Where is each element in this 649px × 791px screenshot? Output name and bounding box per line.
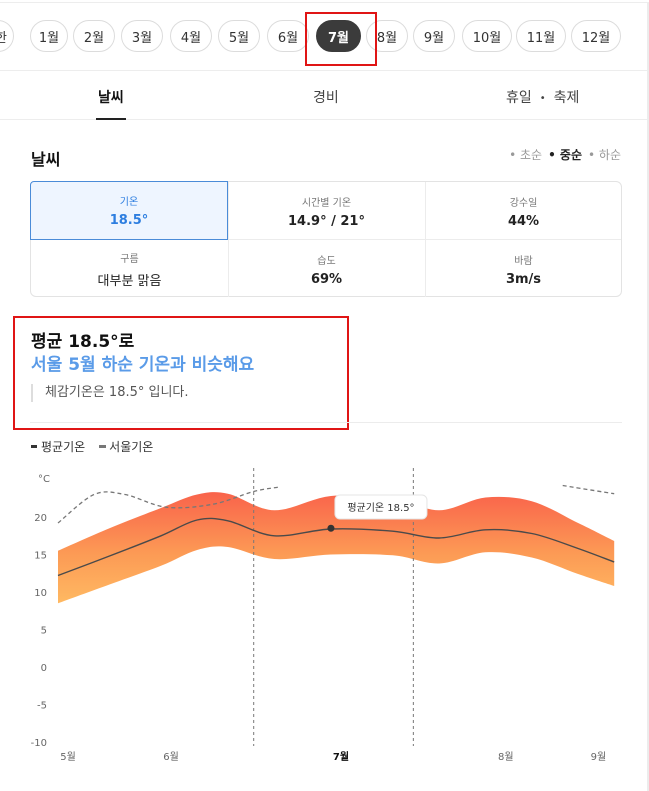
y-axis-unit: °C (38, 474, 50, 485)
tab-weather[interactable]: 날씨 (98, 87, 124, 107)
y-tick-label: 20 (34, 513, 47, 524)
x-tick-label: 7월 (333, 751, 349, 763)
feels-like-note: 체감기온은 18.5° 입니다. (31, 384, 189, 402)
legend-avg-label: 평균기온 (41, 440, 86, 454)
stat-wind[interactable]: 바람 3m/s (425, 240, 622, 298)
x-tick-label: 5월 (60, 751, 76, 763)
y-tick-label: -5 (37, 701, 47, 712)
stat-hourly-temperature[interactable]: 시간별 기온 14.9° / 21° (228, 182, 425, 240)
summary-subtitle: 서울 5월 하순 기온과 비슷해요 (31, 355, 255, 375)
month-pill-12[interactable]: 12월 (571, 20, 621, 52)
stat-value: 69% (310, 271, 343, 287)
y-tick-label: 5 (41, 626, 47, 637)
tooltip-text: 평균기온 18.5° (347, 502, 414, 514)
stat-cloud[interactable]: 구름 대부분 맑음 (31, 240, 228, 298)
y-tick-label: -10 (31, 738, 47, 749)
x-tick-label: 6월 (163, 751, 179, 763)
month-pill-4[interactable]: 4월 (170, 20, 212, 52)
stat-label: 기온 (119, 197, 139, 208)
stat-label: 바람 (514, 255, 533, 267)
stat-value: 18.5° (109, 213, 149, 228)
period-early[interactable]: • 초순 (509, 146, 542, 163)
y-tick-label: 10 (34, 588, 47, 599)
period-mid[interactable]: • 중순 (548, 146, 582, 163)
y-tick-label: 15 (34, 551, 47, 562)
stat-value: 14.9° / 21° (288, 213, 365, 229)
tooltip-point (327, 524, 335, 532)
month-pill-6[interactable]: 6월 (267, 20, 309, 52)
legend-avg[interactable]: 평균기온 (31, 438, 85, 455)
tab-holiday-label: 휴일 (506, 90, 532, 106)
period-late[interactable]: • 하순 (588, 146, 621, 163)
month-pill-partial[interactable]: 한 (0, 20, 14, 52)
stat-label: 구름 (120, 253, 139, 265)
chart-legend: 평균기온 서울기온 (31, 438, 153, 455)
stat-label: 습도 (317, 255, 336, 267)
stat-rain-days[interactable]: 강수일 44% (425, 182, 622, 240)
selected-month-highlight (305, 12, 377, 66)
month-pill-11[interactable]: 11월 (516, 20, 566, 52)
section-divider (30, 422, 622, 423)
temperature-chart[interactable]: °C 20 15 10 5 0 -5 -10 평균기온 18.5° 5월 6월 7월 8월 9월 (0, 460, 646, 790)
stat-value: 3m/s (505, 271, 542, 287)
section-title: 날씨 (31, 150, 61, 169)
stat-temperature[interactable]: 기온 18.5° (30, 181, 228, 240)
tab-holiday-festival[interactable]: 휴일 • 축제 (506, 87, 579, 107)
tab-bar: 날씨 경비 휴일 • 축제 (0, 70, 649, 120)
month-pill-10[interactable]: 10월 (462, 20, 512, 52)
stat-label: 강수일 (509, 197, 538, 209)
month-pill-3[interactable]: 3월 (121, 20, 163, 52)
month-pill-5[interactable]: 5월 (218, 20, 260, 52)
y-tick-label: 0 (41, 663, 47, 674)
month-pill-1[interactable]: 1월 (30, 20, 68, 52)
stat-value: 44% (507, 213, 540, 229)
separator-dot: • (539, 92, 546, 104)
stat-value: 대부분 맑음 (97, 273, 162, 289)
month-pill-2[interactable]: 2월 (73, 20, 115, 52)
stat-humidity[interactable]: 습도 69% (228, 240, 425, 298)
month-pill-9[interactable]: 9월 (413, 20, 455, 52)
summary-title: 평균 18.5°로 (31, 332, 135, 352)
legend-dash-swatch (99, 445, 106, 448)
legend-solid-swatch (31, 445, 37, 448)
legend-seoul-label: 서울기온 (109, 440, 154, 454)
seoul-temperature-line (562, 484, 615, 495)
tab-cost[interactable]: 경비 (313, 87, 339, 107)
period-filter: • 초순 • 중순 • 하순 (509, 146, 621, 163)
weather-stats-grid: 기온 18.5° 시간별 기온 14.9° / 21° 강수일 44% 구름 대… (30, 181, 622, 297)
tab-festival-label: 축제 (553, 90, 580, 106)
x-tick-label: 9월 (591, 751, 607, 763)
legend-seoul[interactable]: 서울기온 (99, 438, 153, 455)
stat-label: 시간별 기온 (301, 197, 352, 209)
active-tab-underline (96, 118, 126, 120)
x-tick-label: 8월 (498, 751, 514, 763)
